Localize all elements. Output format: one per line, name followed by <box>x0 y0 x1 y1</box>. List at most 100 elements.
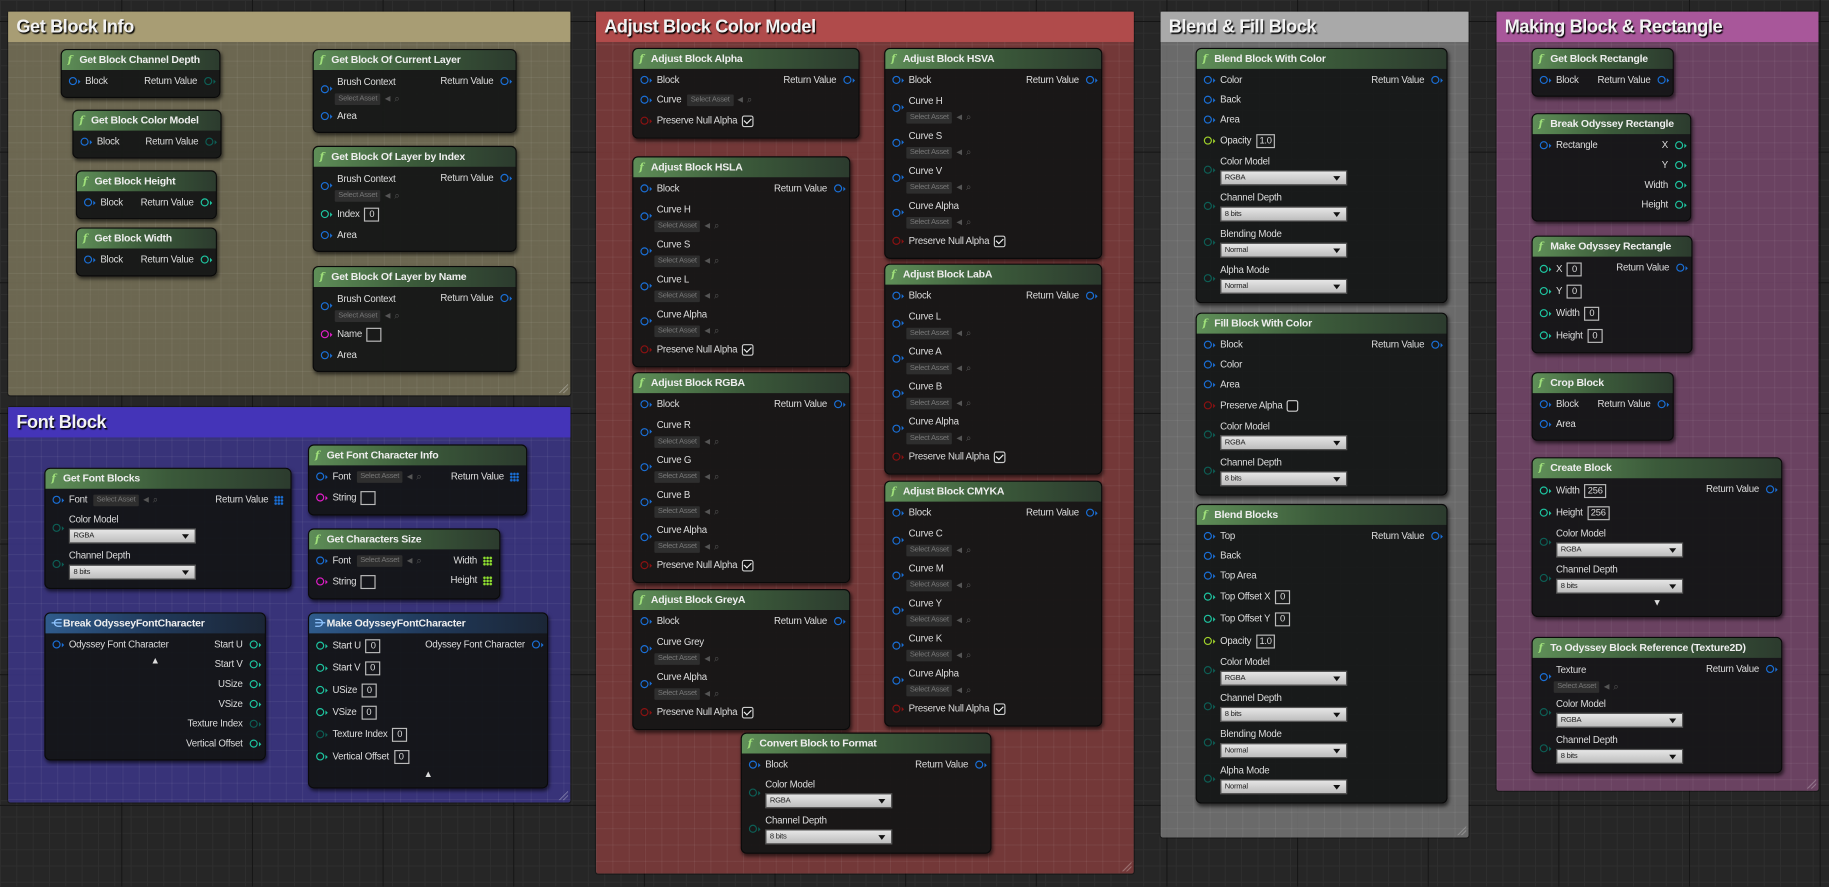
pin-icon[interactable] <box>640 708 653 717</box>
color-model-dropdown[interactable]: RGBA <box>1220 670 1348 686</box>
pin-icon[interactable] <box>249 680 262 689</box>
select-asset-dropdown[interactable]: Select Asset <box>654 290 701 302</box>
select-asset-dropdown[interactable]: Select Asset <box>906 146 953 159</box>
preserve-null-alpha-checkbox[interactable] <box>993 451 1006 463</box>
pin-icon[interactable] <box>320 330 333 339</box>
asset-picker[interactable]: Select Asset ◄ ⌕ <box>654 469 842 484</box>
node-header[interactable]: f Adjust Block CMYKA <box>885 481 1102 502</box>
asset-picker[interactable]: Select Asset ◄ ⌕ <box>654 651 842 666</box>
select-asset-dropdown[interactable]: Select Asset <box>906 579 953 592</box>
pin-icon[interactable] <box>640 679 653 688</box>
pin-icon[interactable] <box>1203 774 1216 783</box>
use-asset-browse-icons[interactable]: ◄ ⌕ <box>1602 681 1619 691</box>
node-header[interactable]: f Adjust Block Alpha <box>633 48 859 69</box>
pin-icon[interactable] <box>316 556 328 565</box>
top-offset-x-value-input[interactable]: 0 <box>1275 590 1291 605</box>
pin-icon[interactable] <box>1085 75 1098 84</box>
pin-icon[interactable] <box>1431 340 1443 349</box>
use-asset-browse-icons[interactable]: ◄ ⌕ <box>955 398 972 408</box>
comment-title[interactable]: Get Block Info <box>8 11 571 42</box>
pin-icon[interactable] <box>1203 592 1216 601</box>
select-asset-dropdown[interactable]: Select Asset <box>906 111 953 124</box>
preserve-null-alpha-checkbox[interactable] <box>741 706 754 719</box>
use-asset-browse-icons[interactable]: ◄ ⌕ <box>703 220 720 230</box>
pin-icon[interactable] <box>892 75 904 84</box>
select-asset-dropdown[interactable]: Select Asset <box>654 436 701 448</box>
select-asset-dropdown[interactable]: Select Asset <box>687 94 734 106</box>
pin-icon[interactable] <box>640 561 653 570</box>
use-asset-browse-icons[interactable]: ◄ ⌕ <box>405 471 422 481</box>
expand-arrow-icon[interactable]: ▲ <box>316 768 540 782</box>
pin-icon[interactable] <box>320 351 333 360</box>
pin-icon[interactable] <box>52 640 65 649</box>
node-blend-blocks[interactable]: f Blend Blocks Top Back Top Area Top Offset X… <box>1195 503 1448 804</box>
pin-icon[interactable] <box>1203 115 1216 124</box>
node-adjust-block-rgba[interactable]: f Adjust Block RGBA Block Curve R Select Ass… <box>632 372 851 584</box>
pin-icon[interactable] <box>640 345 653 354</box>
pin-icon[interactable] <box>640 281 653 290</box>
node-header[interactable]: f Adjust Block HSLA <box>633 157 850 178</box>
select-asset-dropdown[interactable]: Select Asset <box>654 652 701 665</box>
pin-icon[interactable] <box>1203 738 1216 747</box>
pin-icon[interactable] <box>640 316 653 325</box>
node-header[interactable]: f Create Block <box>1532 458 1782 479</box>
node-header[interactable]: f Get Block Of Layer by Index <box>313 146 516 167</box>
pin-icon[interactable] <box>892 389 904 398</box>
color-model-dropdown[interactable]: RGBA <box>1556 712 1684 728</box>
comment-title[interactable]: Adjust Block Color Model <box>596 11 1134 42</box>
use-asset-browse-icons[interactable]: ◄ ⌕ <box>703 506 720 516</box>
array-pin-icon[interactable] <box>482 555 493 566</box>
pin-icon[interactable] <box>205 137 217 146</box>
asset-picker[interactable]: Select Asset ◄ ⌕ <box>906 215 1094 230</box>
opacity-value-input[interactable]: 1.0 <box>1255 133 1276 148</box>
use-asset-browse-icons[interactable]: ◄ ⌕ <box>955 147 972 157</box>
node-get-block-of-current-layer[interactable]: f Get Block Of Current Layer Brush Context… <box>312 48 517 133</box>
select-asset-dropdown[interactable]: Select Asset <box>356 471 403 483</box>
select-asset-dropdown[interactable]: Select Asset <box>654 541 701 553</box>
pin-icon[interactable] <box>83 198 96 207</box>
pin-icon[interactable] <box>200 198 213 207</box>
pin-icon[interactable] <box>500 293 513 303</box>
asset-picker[interactable]: Select Asset ◄ ⌕ <box>906 145 1094 160</box>
node-get-block-of-layer-by-name[interactable]: f Get Block Of Layer by Name Brush Context… <box>312 265 517 373</box>
use-asset-browse-icons[interactable]: ◄ ⌕ <box>955 112 972 122</box>
pin-icon[interactable] <box>1539 537 1552 546</box>
pin-icon[interactable] <box>640 617 653 626</box>
node-header[interactable]: f Get Characters Size <box>309 529 500 550</box>
channel-depth-dropdown[interactable]: 8 bits <box>1556 748 1684 765</box>
use-asset-browse-icons[interactable]: ◄ ⌕ <box>955 182 972 192</box>
node-header[interactable]: f Get Block Color Model <box>73 110 221 131</box>
node-header[interactable]: f Blend Blocks <box>1196 505 1447 525</box>
node-header[interactable]: f Make Odyssey Rectangle <box>1532 236 1692 257</box>
node-header[interactable]: f Fill Block With Color <box>1196 313 1447 334</box>
pin-icon[interactable] <box>204 76 216 86</box>
pin-icon[interactable] <box>200 255 213 264</box>
texture-index-value-input[interactable]: 0 <box>392 727 408 742</box>
pin-icon[interactable] <box>68 76 81 86</box>
preserve-null-alpha-checkbox[interactable] <box>741 115 754 127</box>
array-pin-icon[interactable] <box>509 471 520 482</box>
select-asset-dropdown[interactable]: Select Asset <box>1553 680 1600 693</box>
node-header[interactable]: f Get Font Blocks <box>45 468 291 489</box>
use-asset-browse-icons[interactable]: ◄ ⌕ <box>703 471 720 481</box>
start-u-value-input[interactable]: 0 <box>365 638 381 653</box>
asset-picker[interactable]: Select Asset ◄ ⌕ <box>356 551 422 571</box>
color-model-dropdown[interactable]: RGBA <box>1556 542 1684 558</box>
preserve-null-alpha-checkbox[interactable] <box>993 703 1006 715</box>
asset-picker[interactable]: Select Asset ◄ ⌕ <box>334 188 509 203</box>
asset-picker[interactable]: Select Asset ◄ ⌕ <box>906 542 1094 557</box>
asset-picker[interactable]: Select Asset ◄ ⌕ <box>654 218 842 233</box>
node-create-block[interactable]: f Create Block Width 256 Height 256 Color Mode… <box>1531 457 1783 618</box>
x-value-input[interactable]: 0 <box>1566 262 1583 277</box>
asset-picker[interactable]: Select Asset ◄ ⌕ <box>654 686 842 701</box>
node-break-odyssey-rectangle[interactable]: f Break Odyssey Rectangle Rectangle X Y Width… <box>1531 113 1692 222</box>
comment-title[interactable]: Blend & Fill Block <box>1160 11 1469 42</box>
select-asset-dropdown[interactable]: Select Asset <box>654 255 701 267</box>
node-blend-block-with-color[interactable]: f Blend Block With Color Color Back Area Opac… <box>1195 47 1448 304</box>
index-value-input[interactable]: 0 <box>364 207 380 222</box>
pin-icon[interactable] <box>640 95 653 104</box>
use-asset-browse-icons[interactable]: ◄ ⌕ <box>703 290 720 300</box>
use-asset-browse-icons[interactable]: ◄ ⌕ <box>955 217 972 227</box>
pin-icon[interactable] <box>640 75 653 84</box>
pin-icon[interactable] <box>1539 708 1552 717</box>
